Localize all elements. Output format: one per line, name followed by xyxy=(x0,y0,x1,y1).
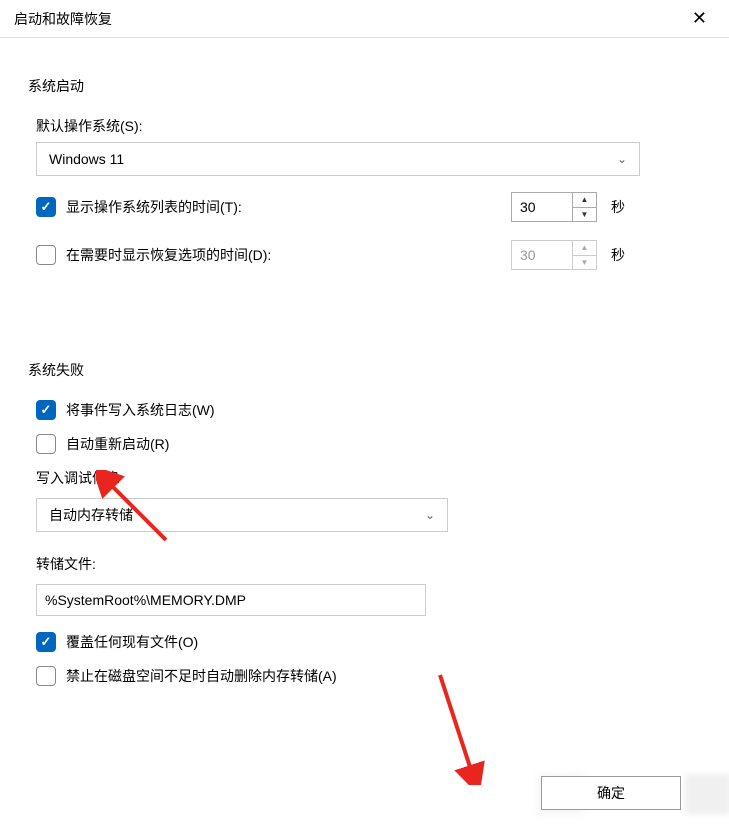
chevron-down-icon: ⌄ xyxy=(617,152,627,166)
seconds-unit: 秒 xyxy=(611,197,625,217)
section-title-startup: 系统启动 xyxy=(28,76,701,96)
dump-file-input[interactable] xyxy=(36,584,426,616)
ok-button[interactable]: 确定 xyxy=(541,776,681,810)
obscured-region xyxy=(685,774,729,814)
show-os-list-checkbox[interactable] xyxy=(36,197,56,217)
show-os-list-label: 显示操作系统列表的时间(T): xyxy=(66,197,242,217)
chevron-down-icon: ⌄ xyxy=(425,508,435,522)
debug-info-dropdown[interactable]: 自动内存转储 ⌄ xyxy=(36,498,448,532)
section-title-failure: 系统失败 xyxy=(28,360,701,380)
show-recovery-seconds-input xyxy=(512,241,572,269)
spinner-down-icon[interactable]: ▼ xyxy=(573,208,596,222)
default-os-label: 默认操作系统(S): xyxy=(36,116,701,136)
dialog-content: 系统启动 默认操作系统(S): Windows 11 ⌄ 显示操作系统列表的时间… xyxy=(0,38,729,686)
window-title: 启动和故障恢复 xyxy=(14,9,112,29)
default-os-dropdown[interactable]: Windows 11 ⌄ xyxy=(36,142,640,176)
auto-restart-label: 自动重新启动(R) xyxy=(66,434,169,454)
debug-info-label: 写入调试信息 xyxy=(36,468,701,488)
default-os-value: Windows 11 xyxy=(49,151,124,167)
spinner-up-icon[interactable]: ▲ xyxy=(573,193,596,208)
titlebar: 启动和故障恢复 ✕ xyxy=(0,0,729,38)
seconds-unit: 秒 xyxy=(611,245,625,265)
spinner-up-icon: ▲ xyxy=(573,241,596,256)
auto-restart-checkbox[interactable] xyxy=(36,434,56,454)
overwrite-checkbox[interactable] xyxy=(36,632,56,652)
show-recovery-label: 在需要时显示恢复选项的时间(D): xyxy=(66,245,271,265)
show-recovery-seconds-spinner: ▲ ▼ xyxy=(511,240,597,270)
write-event-label: 将事件写入系统日志(W) xyxy=(66,400,215,420)
show-os-list-seconds-input[interactable] xyxy=(512,193,572,221)
write-event-checkbox[interactable] xyxy=(36,400,56,420)
show-recovery-checkbox[interactable] xyxy=(36,245,56,265)
close-icon[interactable]: ✕ xyxy=(684,6,715,31)
debug-info-value: 自动内存转储 xyxy=(49,505,133,525)
disable-low-disk-checkbox[interactable] xyxy=(36,666,56,686)
dialog-buttons: 确定 xyxy=(541,776,681,810)
show-os-list-seconds-spinner[interactable]: ▲ ▼ xyxy=(511,192,597,222)
dump-file-label: 转储文件: xyxy=(36,554,701,574)
disable-low-disk-label: 禁止在磁盘空间不足时自动删除内存转储(A) xyxy=(66,666,337,686)
overwrite-label: 覆盖任何现有文件(O) xyxy=(66,632,198,652)
spinner-down-icon: ▼ xyxy=(573,256,596,270)
